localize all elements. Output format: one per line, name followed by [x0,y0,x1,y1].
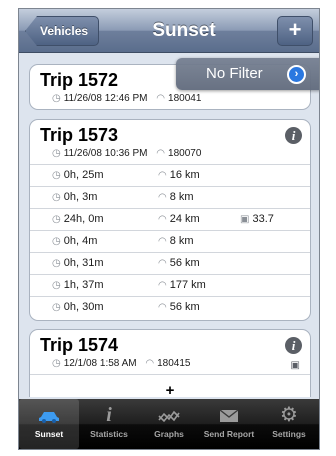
car-icon [19,399,79,429]
add-trip-button[interactable]: + [277,16,313,46]
leg-time: 0h, 4m [63,235,98,247]
clock-icon: ◷ [52,358,61,369]
info-icon[interactable]: i [285,337,302,354]
trip-date: 12/1/08 1:58 AM [63,358,137,369]
leg-distance: 56 km [169,301,200,313]
tab-settings[interactable]: ⚙ Settings [259,399,319,449]
odometer-icon: ◠ [158,280,167,291]
trip-legs: ◷ 0h, 25m ◠ 16 km ◷ 0h, 3m ◠ 8 km ◷ 24h, 0m ◠… [30,164,310,318]
trip-card[interactable]: Trip 1574 i ◷ 12/1/08 1:58 AM ◠ 180415 ▣ + [29,329,311,397]
filter-label: No Filter [206,65,263,82]
vehicles-back-button[interactable]: Vehicles [25,16,100,46]
trip-odometer: 180070 [168,148,202,159]
odometer-icon: ◠ [158,258,167,269]
app-window: Vehicles Sunset + Trip 1572 ◷ 11/26/08 12… [18,8,320,450]
tab-label: Graphs [154,429,184,439]
leg-row[interactable]: ◷ 0h, 3m ◠ 8 km [30,186,310,208]
leg-row[interactable]: ◷ 0h, 4m ◠ 8 km [30,230,310,252]
clock-icon: ◷ [52,192,61,203]
trip-odometer: 180041 [168,93,202,104]
trip-card[interactable]: Trip 1573 i ◷ 11/26/08 10:36 PM ◠ 180070 ◷… [29,119,311,321]
leg-time: 0h, 3m [63,191,98,203]
odometer-icon: ◠ [156,148,166,159]
page-title: Sunset [152,20,216,41]
odometer-icon: ◠ [158,302,167,313]
fuel-pump-icon: ▣ [290,360,300,371]
tab-graphs[interactable]: Graphs [139,399,199,449]
trip-date: 11/26/08 10:36 PM [63,148,148,159]
tab-label: Send Report [203,429,255,439]
add-leg-button[interactable]: + [30,374,310,397]
trip-date: 11/26/08 12:46 PM [63,93,148,104]
fuel-pump-icon: ▣ [240,214,250,225]
trip-subtitle: ◷ 11/26/08 10:36 PM ◠ 180070 [52,148,201,159]
navigation-bar: Vehicles Sunset + [19,9,319,53]
leg-time: 0h, 25m [63,169,104,181]
leg-distance: 8 km [169,235,194,247]
leg-time: 24h, 0m [63,213,104,225]
tab-sunset[interactable]: Sunset [19,399,79,449]
leg-row[interactable]: ◷ 24h, 0m ◠ 24 km ▣ 33.7 [30,208,310,230]
tab-statistics[interactable]: i Statistics [79,399,139,449]
clock-icon: ◷ [52,280,61,291]
clock-icon: ◷ [52,214,61,225]
odometer-icon: ◠ [156,93,166,104]
leg-row[interactable]: ◷ 1h, 37m ◠ 177 km [30,274,310,296]
odometer-icon: ◠ [158,170,167,181]
leg-row[interactable]: ◷ 0h, 30m ◠ 56 km [30,296,310,318]
leg-distance: 8 km [169,191,194,203]
tab-label: Statistics [90,429,128,439]
leg-fuel: 33.7 [252,213,274,225]
trip-subtitle: ◷ 11/26/08 12:46 PM ◠ 180041 [52,93,201,104]
filter-popup[interactable]: No Filter › [176,58,319,90]
trip-list[interactable]: Trip 1572 ◷ 11/26/08 12:46 PM ◠ 180041 Tri… [19,54,319,397]
leg-time: 0h, 31m [63,257,104,269]
odometer-icon: ◠ [158,192,167,203]
leg-distance: 56 km [169,257,200,269]
tab-label: Settings [272,429,306,439]
disclosure-arrow-icon[interactable]: › [287,65,306,84]
graphs-icon [139,399,199,429]
odometer-icon: ◠ [158,214,167,225]
clock-icon: ◷ [52,93,61,104]
info-icon: i [106,404,112,426]
gear-icon: ⚙ [280,404,298,426]
leg-distance: 24 km [169,213,200,225]
leg-time: 1h, 37m [63,279,104,291]
leg-distance: 177 km [169,279,206,291]
tab-bar: Sunset i Statistics Graphs Send Report ⚙… [19,399,319,449]
tab-send-report[interactable]: Send Report [199,399,259,449]
clock-icon: ◷ [52,148,61,159]
trip-odometer: 180415 [157,358,191,369]
leg-time: 0h, 30m [63,301,104,313]
trip-title: Trip 1572 [40,70,119,90]
trip-title: Trip 1574 [40,335,119,355]
clock-icon: ◷ [52,170,61,181]
envelope-icon [199,399,259,429]
trip-subtitle: ◷ 12/1/08 1:58 AM ◠ 180415 [52,358,190,369]
tab-label: Sunset [34,429,64,439]
odometer-icon: ◠ [145,358,155,369]
leg-row[interactable]: ◷ 0h, 31m ◠ 56 km [30,252,310,274]
clock-icon: ◷ [52,258,61,269]
odometer-icon: ◠ [158,236,167,247]
clock-icon: ◷ [52,236,61,247]
leg-distance: 16 km [169,169,200,181]
clock-icon: ◷ [52,302,61,313]
leg-row[interactable]: ◷ 0h, 25m ◠ 16 km [30,164,310,186]
info-icon[interactable]: i [285,127,302,144]
trip-title: Trip 1573 [40,125,119,145]
